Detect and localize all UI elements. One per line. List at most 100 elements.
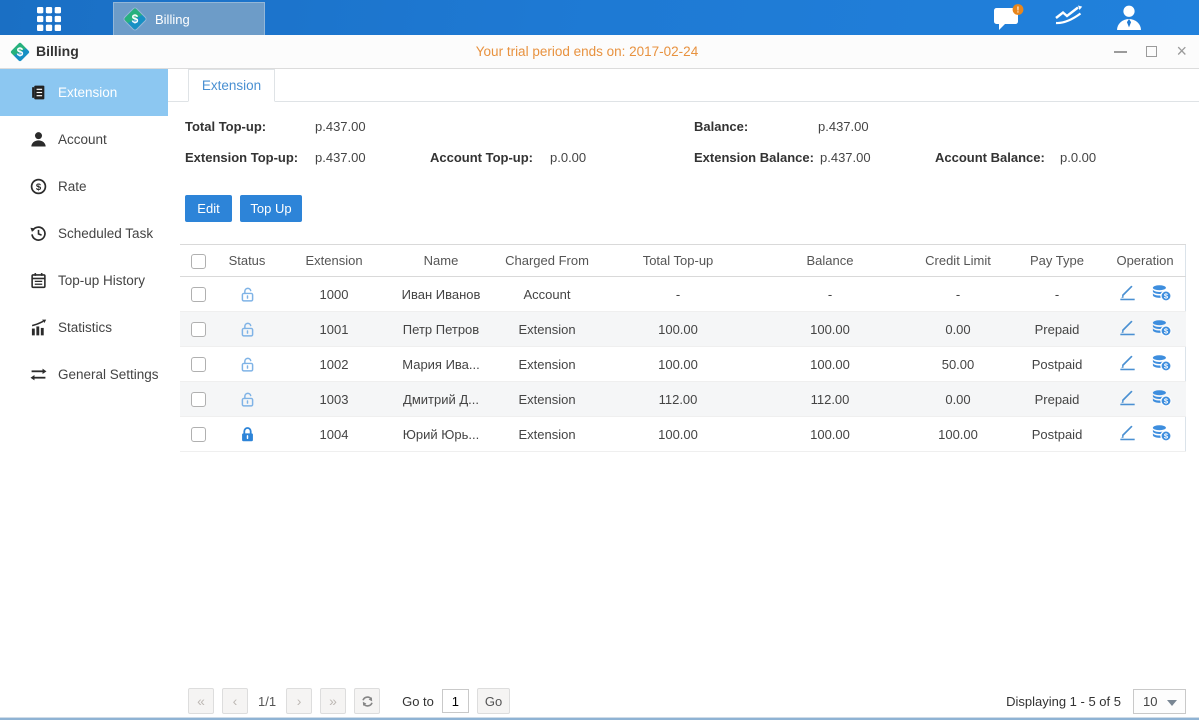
account-balance-label: Account Balance:	[935, 150, 1045, 165]
sidebar-item-extension[interactable]: Extension	[0, 69, 168, 116]
top-up-row-icon[interactable]: $	[1151, 389, 1172, 410]
operation-cell: $	[1104, 312, 1186, 347]
chevron-down-icon	[1167, 700, 1177, 706]
sidebar-item-general-settings[interactable]: General Settings	[0, 351, 168, 398]
lock-open-icon	[239, 320, 256, 335]
name-cell: Петр Петров	[390, 312, 492, 347]
charged-from-cell: Extension	[492, 347, 602, 382]
sidebar-item-label: General Settings	[58, 367, 159, 382]
sidebar-item-label: Top-up History	[58, 273, 145, 288]
edit-row-icon[interactable]	[1118, 389, 1137, 409]
sidebar-item-account[interactable]: Account	[0, 116, 168, 163]
row-checkbox[interactable]	[191, 287, 206, 302]
reports-chart-icon[interactable]	[1054, 4, 1088, 32]
page-size-select[interactable]: 10	[1133, 689, 1186, 714]
account-balance-value: p.0.00	[1060, 150, 1096, 165]
edit-row-icon[interactable]	[1118, 319, 1137, 339]
lock-open-icon	[239, 285, 256, 300]
checkbox-cell	[180, 382, 216, 417]
checkbox-cell	[180, 347, 216, 382]
credit-limit-cell: 100.00	[906, 417, 1010, 452]
status-cell	[216, 347, 278, 382]
lock-open-icon	[239, 355, 256, 370]
lock-open-icon	[239, 390, 256, 405]
checkbox-cell	[180, 417, 216, 452]
column-header: Status	[216, 245, 278, 277]
first-page-icon[interactable]: «	[188, 688, 214, 714]
checkbox-cell	[180, 277, 216, 312]
credit-limit-cell: 0.00	[906, 382, 1010, 417]
name-cell: Мария Ива...	[390, 347, 492, 382]
sidebar-item-statistics[interactable]: Statistics	[0, 304, 168, 351]
sidebar-item-scheduled-task[interactable]: Scheduled Task	[0, 210, 168, 257]
top-up-row-icon[interactable]: $	[1151, 319, 1172, 340]
column-header: Pay Type	[1010, 245, 1104, 277]
sidebar-item-label: Extension	[58, 85, 117, 100]
sidebar: Extension Account$RateScheduled Task Top-u…	[0, 69, 168, 717]
status-cell	[216, 382, 278, 417]
extension-cell: 1002	[278, 347, 390, 382]
sidebar-item-label: Rate	[58, 179, 87, 194]
minimize-icon[interactable]	[1114, 51, 1127, 53]
transfer-arrows-icon	[30, 366, 47, 383]
statistics-icon	[30, 319, 47, 336]
clock-history-icon	[30, 225, 47, 242]
select-all-checkbox[interactable]	[191, 254, 206, 269]
window-title: Billing	[36, 35, 79, 68]
tab-extension[interactable]: Extension	[188, 69, 275, 102]
row-checkbox[interactable]	[191, 357, 206, 372]
charged-from-cell: Extension	[492, 382, 602, 417]
balance-cell: 112.00	[754, 382, 906, 417]
account-top-up-value: p.0.00	[550, 150, 586, 165]
app-tab-billing[interactable]: Billing	[113, 2, 265, 35]
apps-grid-icon[interactable]	[37, 7, 67, 29]
column-header: Credit Limit	[906, 245, 1010, 277]
total-top-up-cell: 100.00	[602, 347, 754, 382]
ledger-icon	[30, 84, 47, 101]
total-top-up-value: p.437.00	[315, 119, 366, 134]
pay-type-cell: Prepaid	[1010, 312, 1104, 347]
goto-page-input[interactable]	[442, 689, 469, 713]
last-page-icon[interactable]: »	[320, 688, 346, 714]
goto-label: Go to	[402, 694, 434, 709]
row-checkbox[interactable]	[191, 427, 206, 442]
person-icon	[30, 131, 47, 148]
operation-cell: $	[1104, 382, 1186, 417]
close-icon[interactable]: ×	[1176, 46, 1187, 57]
edit-row-icon[interactable]	[1118, 354, 1137, 374]
refresh-icon[interactable]	[354, 688, 380, 714]
go-button[interactable]: Go	[477, 688, 510, 714]
balance-cell: 100.00	[754, 347, 906, 382]
column-header: Balance	[754, 245, 906, 277]
row-checkbox[interactable]	[191, 392, 206, 407]
top-app-bar: Billing !	[0, 0, 1199, 35]
messages-icon[interactable]: !	[993, 4, 1027, 32]
extension-balance-label: Extension Balance:	[694, 150, 814, 165]
next-page-icon[interactable]: ›	[286, 688, 312, 714]
name-cell: Дмитрий Д...	[390, 382, 492, 417]
maximize-icon[interactable]	[1146, 46, 1157, 57]
table-row: 1002Мария Ива...Extension100.00100.0050.…	[180, 347, 1186, 382]
top-up-button[interactable]: Top Up	[240, 195, 302, 222]
edit-row-icon[interactable]	[1118, 284, 1137, 304]
charged-from-cell: Account	[492, 277, 602, 312]
top-up-row-icon[interactable]: $	[1151, 424, 1172, 445]
billing-diamond-icon	[124, 8, 146, 30]
trial-message: Your trial period ends on: 2017-02-24	[476, 35, 698, 68]
sidebar-item-top-up-history[interactable]: Top-up History	[0, 257, 168, 304]
row-checkbox[interactable]	[191, 322, 206, 337]
column-header: Operation	[1104, 245, 1186, 277]
app-tab-label: Billing	[155, 12, 190, 27]
status-cell	[216, 312, 278, 347]
top-up-row-icon[interactable]: $	[1151, 284, 1172, 305]
tab-extension-label: Extension	[202, 78, 261, 93]
top-up-row-icon[interactable]: $	[1151, 354, 1172, 375]
sidebar-item-rate[interactable]: $Rate	[0, 163, 168, 210]
prev-page-icon[interactable]: ‹	[222, 688, 248, 714]
edit-button[interactable]: Edit	[185, 195, 232, 222]
svg-text:!: !	[1017, 5, 1020, 14]
displaying-text: Displaying 1 - 5 of 5	[1006, 694, 1121, 709]
table-row: 1000Иван ИвановAccount----$	[180, 277, 1186, 312]
edit-row-icon[interactable]	[1118, 424, 1137, 444]
user-account-icon[interactable]	[1114, 4, 1148, 32]
